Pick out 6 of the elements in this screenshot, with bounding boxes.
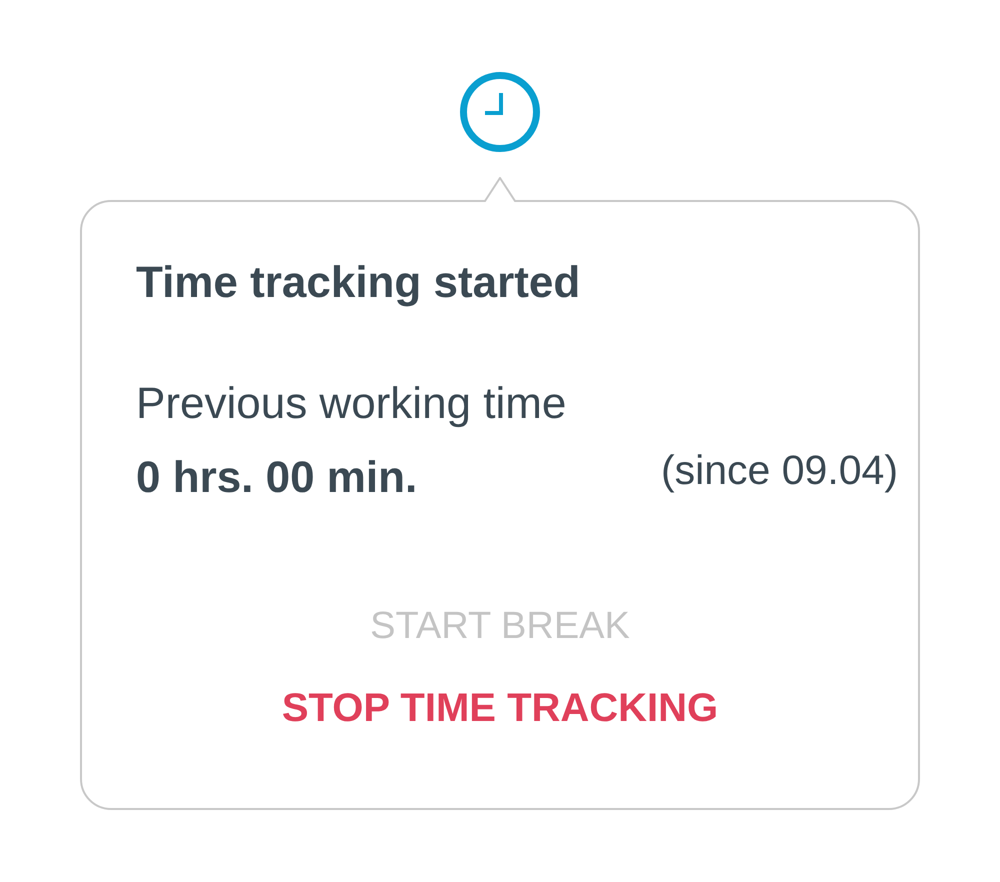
action-button[interactable]: STOP TIME TRACKING: [282, 682, 718, 734]
duration-value: 0 hrs. 00 min.: [136, 452, 418, 504]
popover-title: Time tracking started: [136, 257, 580, 309]
since-date: (since 09.04): [660, 446, 898, 495]
clock-icon: [460, 72, 540, 152]
previous-time-label: Previous working time: [136, 378, 566, 430]
